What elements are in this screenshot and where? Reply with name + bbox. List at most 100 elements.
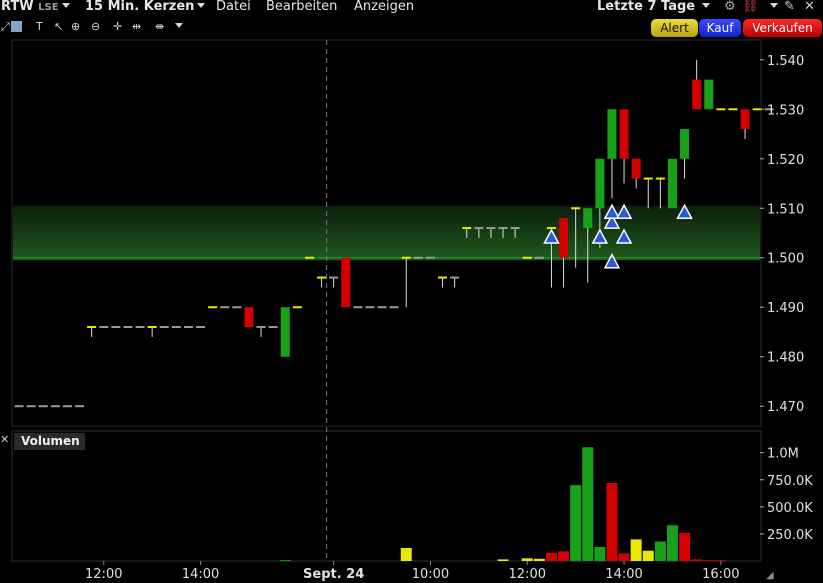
candle-body [704,79,714,110]
candle [196,326,206,329]
price-tick-label: 1.530 [767,103,804,118]
candle-body [413,256,423,259]
candle-body [75,405,85,408]
candle-body [329,276,339,279]
candle [14,405,24,408]
time-tick-label: 12:00 [85,567,122,582]
volume-bar [642,550,654,561]
candle-body [559,218,569,258]
volume-bar [630,539,642,561]
candle [522,256,532,259]
volume-tick-label: 500.0K [767,501,813,516]
candle-body [171,326,181,329]
candle-body [607,109,617,159]
volume-bar [654,541,666,561]
volume-bar [582,447,594,561]
candle [268,326,278,329]
volume-bar [570,485,582,561]
candle-body [680,129,690,159]
candle-body [196,326,206,329]
candle-body [256,326,266,329]
candle-body [111,326,121,329]
candle-body [462,227,472,230]
candle-body [595,158,605,209]
candle-body [716,108,726,111]
price-chart[interactable]: 1.540 1.530 1.520 1.510 1.500 1.490 1.480 1.470… [0,0,823,583]
candle [667,158,677,209]
candle-body [425,256,435,259]
candle-body [159,326,169,329]
volume-bar [279,560,291,561]
volume-bar [497,559,509,561]
band-area [13,205,760,261]
candle-body [244,307,254,328]
candle-body [631,158,641,179]
candle-body [655,177,665,180]
candle [365,306,375,309]
volume-bar [618,553,630,561]
candle-body [740,109,750,130]
price-tick-label: 1.510 [767,202,804,217]
volume-bar [666,525,678,561]
candle-body [643,177,653,180]
price-tick-label: 1.540 [767,54,804,69]
candle-body [304,256,314,259]
highlight-band [13,205,760,261]
candle-body [534,256,544,259]
volume-bar [606,483,618,561]
volume-bar [691,559,703,561]
candle-body [292,306,302,309]
candle [341,257,351,308]
candle [111,326,121,329]
candle [135,326,145,329]
candle-body [183,326,193,329]
candle-body [389,306,399,309]
candle-body [50,405,60,408]
candle [353,306,363,309]
candle [716,108,726,111]
candle-body [498,227,508,230]
price-tick-label: 1.500 [767,252,804,267]
candle-body [62,405,72,408]
candle [413,256,423,259]
price-tick-label: 1.490 [767,301,804,316]
price-tick-label: 1.470 [767,400,804,415]
candle [62,405,72,408]
candle-body [522,256,532,259]
volume-bar [703,560,715,561]
candle-body [486,227,496,230]
candle-body [99,326,109,329]
candle [244,307,254,328]
candle-body [438,276,448,279]
volume-bar [521,558,533,561]
volume-bar [679,532,691,561]
candle-body [38,405,48,408]
time-tick-label: 14:00 [605,567,642,582]
candle [99,326,109,329]
candle-body [87,326,97,329]
candle-body [26,405,36,408]
candle-body [377,306,387,309]
candle-body [135,326,145,329]
candle-body [619,109,629,159]
volume-tick-label: 1.0M [767,447,799,462]
candle [123,326,133,329]
time-tick-label: Sept. 24 [303,567,364,582]
volume-axis: 1.0M 750.0K 500.0K 250.0K [760,447,813,543]
price-tick-label: 1.520 [767,153,804,168]
candle [232,306,242,309]
candle [220,306,230,309]
candle-body [401,256,411,259]
candle-body [208,306,218,309]
candle [534,256,544,259]
price-tick-label: 1.480 [767,351,804,366]
volume-bar [545,552,557,561]
candle-body [450,276,460,279]
candle-body [692,79,702,110]
time-tick-label: 12:00 [509,567,546,582]
corner-icon: ◢ [766,570,774,581]
candle [26,405,36,408]
candle-body [147,326,157,329]
candle [280,307,290,357]
time-axis: 12:00 14:00 Sept. 24 10:00 12:00 14:00 16:00 [85,561,740,582]
